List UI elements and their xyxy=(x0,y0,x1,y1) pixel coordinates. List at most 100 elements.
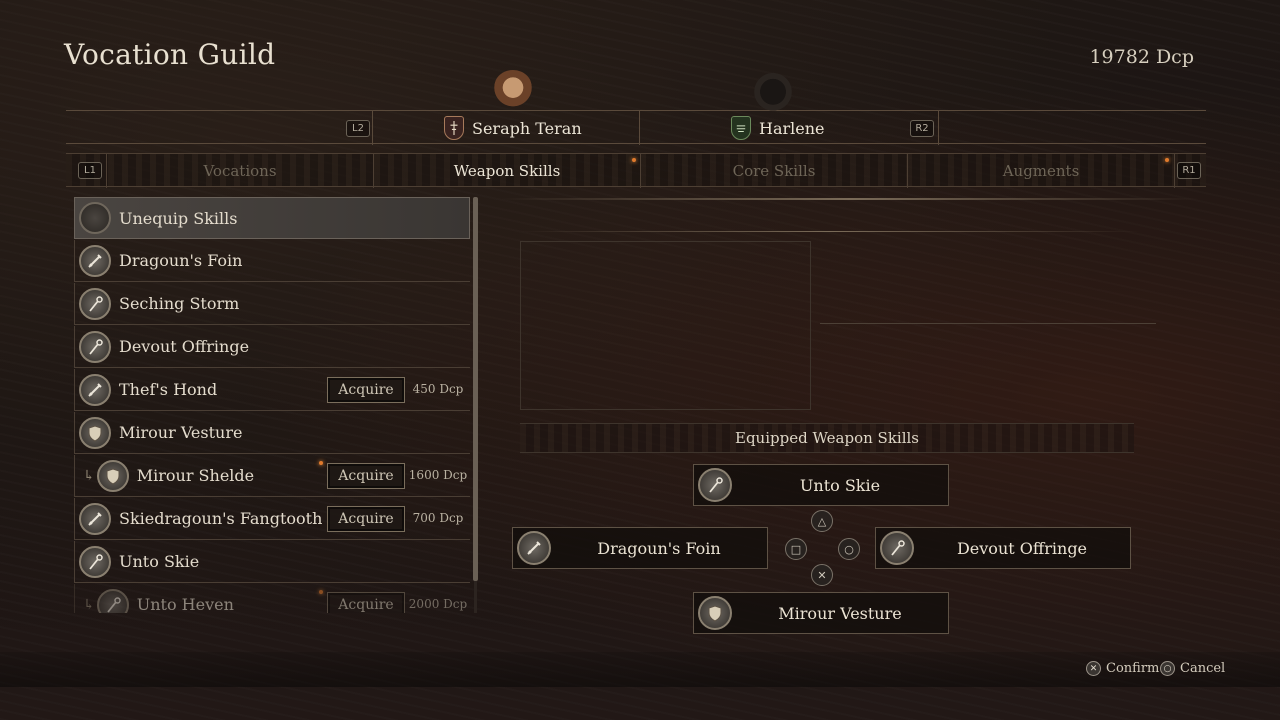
page-title: Vocation Guild xyxy=(64,38,276,71)
harlene-portrait xyxy=(752,72,794,116)
square-button-icon: □ xyxy=(785,538,807,560)
shield-icon xyxy=(698,596,732,630)
skill-row[interactable]: Devout Offringe xyxy=(74,326,470,368)
crest-icon xyxy=(444,116,464,140)
equipped-slot-right[interactable]: Devout Offringe xyxy=(875,527,1131,569)
acquire-button[interactable]: Acquire xyxy=(327,506,405,532)
l1-button-hint[interactable]: L1 xyxy=(78,162,102,179)
staff-icon xyxy=(880,531,914,565)
skill-cost: 700 Dcp xyxy=(412,511,464,525)
crest-icon xyxy=(731,116,751,140)
notification-dot xyxy=(632,158,636,162)
party-member-seraph-teran[interactable]: Seraph Teran xyxy=(444,116,582,140)
category-tabs: L1 Vocations Weapon Skills Core Skills A… xyxy=(66,153,1206,188)
staff-glyph-icon xyxy=(89,295,103,312)
equipped-skills-header: Equipped Weapon Skills xyxy=(520,423,1134,453)
equipped-slot-left[interactable]: Dragoun's Foin xyxy=(512,527,768,569)
skill-preview-box xyxy=(520,241,811,410)
tab-core-skills[interactable]: Core Skills xyxy=(641,154,907,188)
divider xyxy=(1174,154,1175,188)
l2-button-hint[interactable]: L2 xyxy=(346,120,370,137)
party-member-harlene[interactable]: Harlene xyxy=(731,116,825,140)
weapon-skills-list: Unequip Skills Dragoun's Foin Seching St… xyxy=(74,197,472,613)
staff-icon xyxy=(698,468,732,502)
party-member-name: Harlene xyxy=(759,118,825,138)
staff-icon xyxy=(96,588,129,613)
skill-row[interactable]: ↳ Mirour Shelde Acquire 1600 Dcp xyxy=(74,455,470,497)
cancel-hint[interactable]: ○ Cancel xyxy=(1160,661,1225,676)
slot-label: Devout Offringe xyxy=(956,538,1088,558)
skill-row[interactable]: Seching Storm xyxy=(74,283,470,325)
divider xyxy=(820,323,1156,324)
notification-dot xyxy=(1165,158,1169,162)
party-member-name: Seraph Teran xyxy=(472,118,582,138)
triangle-button-icon: △ xyxy=(811,510,833,532)
skill-cost: 2000 Dcp xyxy=(408,597,468,611)
confirm-hint[interactable]: ✕ Confirm xyxy=(1086,661,1159,676)
acquire-button[interactable]: Acquire xyxy=(327,592,405,613)
equipped-slot-top[interactable]: Unto Skie xyxy=(693,464,949,506)
divider xyxy=(520,231,1140,232)
skill-row[interactable]: Dragoun's Foin xyxy=(74,240,470,282)
new-skill-dot xyxy=(319,590,323,594)
r1-button-hint[interactable]: R1 xyxy=(1177,162,1201,179)
circle-button-icon: ○ xyxy=(1160,661,1175,676)
sword-icon xyxy=(79,373,111,406)
tab-label: Augments xyxy=(1002,162,1080,180)
currency-display: 19782 Dcp xyxy=(1089,46,1194,68)
cross-button-icon: ✕ xyxy=(1086,661,1101,676)
skill-label: Unto Skie xyxy=(119,552,200,571)
shield-glyph-icon xyxy=(106,467,120,485)
r2-button-hint[interactable]: R2 xyxy=(910,120,934,137)
skill-cost: 1600 Dcp xyxy=(408,468,468,482)
slot-label: Dragoun's Foin xyxy=(597,538,721,558)
skill-row[interactable]: Mirour Vesture xyxy=(74,412,470,454)
tab-augments[interactable]: Augments xyxy=(908,154,1174,188)
section-title: Equipped Weapon Skills xyxy=(735,429,919,447)
staff-icon xyxy=(79,330,111,363)
shield-glyph-icon xyxy=(88,424,102,442)
divider xyxy=(639,111,640,145)
empty-slot-icon xyxy=(79,202,111,234)
skill-row-unequip[interactable]: Unequip Skills xyxy=(74,197,470,239)
sword-glyph-icon xyxy=(88,511,102,526)
skill-row[interactable]: ↳ Unto Heven Acquire 2000 Dcp xyxy=(74,584,470,613)
tab-weapon-skills[interactable]: Weapon Skills xyxy=(374,154,640,188)
cross-button-icon: ✕ xyxy=(811,564,833,586)
skill-row[interactable]: Unto Skie xyxy=(74,541,470,583)
tab-vocations[interactable]: Vocations xyxy=(107,154,373,188)
skill-label: Thef's Hond xyxy=(119,380,218,399)
staff-glyph-icon xyxy=(89,553,103,570)
divider xyxy=(938,111,939,145)
acquire-button[interactable]: Acquire xyxy=(327,463,405,489)
slot-label: Unto Skie xyxy=(799,475,881,495)
scrollbar-thumb[interactable] xyxy=(473,197,478,581)
sub-skill-arrow-icon: ↳ xyxy=(83,467,95,484)
equipped-slot-bottom[interactable]: Mirour Vesture xyxy=(693,592,949,634)
shield-glyph-icon xyxy=(708,605,722,622)
divider-ornament xyxy=(500,198,1200,200)
skill-label: Unequip Skills xyxy=(119,208,238,228)
staff-glyph-icon xyxy=(89,338,103,355)
skill-cost: 450 Dcp xyxy=(412,382,464,396)
tab-label: Vocations xyxy=(203,162,277,180)
circle-button-icon: ○ xyxy=(838,538,860,560)
staff-glyph-icon xyxy=(891,540,905,556)
skill-label: Mirour Vesture xyxy=(119,423,243,442)
sword-glyph-icon xyxy=(527,541,541,555)
sword-glyph-icon xyxy=(88,253,102,268)
skill-label: Unto Heven xyxy=(136,595,234,613)
skill-row[interactable]: Thef's Hond Acquire 450 Dcp xyxy=(74,369,470,411)
skill-row[interactable]: Skiedragoun's Fangtooth Acquire 700 Dcp xyxy=(74,498,470,540)
tab-label: Weapon Skills xyxy=(453,162,561,180)
seraph-teran-portrait xyxy=(492,70,534,114)
staff-icon xyxy=(79,287,111,320)
slot-label: Mirour Vesture xyxy=(778,603,902,623)
skill-label: Seching Storm xyxy=(119,294,240,313)
sword-icon xyxy=(79,502,111,535)
shield-icon xyxy=(79,416,111,449)
shield-icon xyxy=(96,459,129,492)
acquire-button[interactable]: Acquire xyxy=(327,377,405,403)
skill-label: Mirour Shelde xyxy=(136,466,255,485)
sub-skill-arrow-icon: ↳ xyxy=(83,596,95,613)
